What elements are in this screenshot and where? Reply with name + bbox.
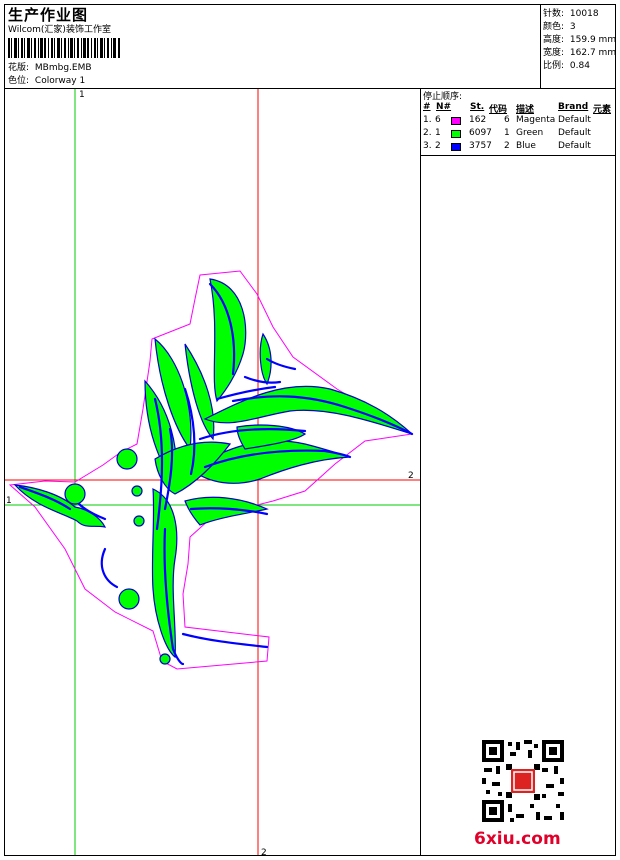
stat-label: 颜色: — [543, 22, 565, 32]
color-swatch — [451, 130, 461, 138]
stat-value: 3 — [569, 22, 576, 32]
panel-divider — [420, 88, 421, 856]
colorway-row: 色位: Colorway 1 — [8, 75, 85, 87]
stat-label: 针数: — [543, 9, 565, 19]
color-swatch — [451, 143, 461, 151]
embroidery-canvas: 1 1 2 2 — [5, 89, 420, 855]
red-horizontal-label: 2 — [408, 471, 414, 481]
red-vertical-label: 2 — [261, 848, 267, 855]
watermark-text: 6xiu.com — [474, 829, 561, 849]
page-title: 生产作业图 — [8, 6, 89, 24]
row-index: 2. — [423, 128, 432, 138]
green-vertical-label: 1 — [79, 90, 85, 100]
design-value: MBmbg.EMB — [34, 63, 92, 73]
row-index: 3. — [423, 141, 432, 151]
stat-label: 高度: — [543, 35, 565, 45]
color-swatch — [451, 117, 461, 125]
row-desc: Green — [516, 128, 544, 138]
stat-scale: 比例: 0.84 — [543, 58, 590, 71]
design-label: 花版: — [8, 63, 30, 73]
col-header-index: # — [423, 102, 431, 112]
row-brand: Default — [558, 128, 591, 138]
stat-colors: 颜色: 3 — [543, 19, 576, 32]
row-brand: Default — [558, 115, 591, 125]
colorway-value: Colorway 1 — [34, 76, 86, 86]
row-stitches: 3757 — [469, 141, 492, 151]
col-header-n: N# — [436, 102, 452, 112]
stats-divider — [540, 4, 541, 88]
row-stitches: 162 — [469, 115, 487, 125]
stat-height: 高度: 159.9 mm — [543, 32, 616, 45]
qr-code — [480, 738, 566, 824]
col-header-stitches: St. — [470, 102, 485, 112]
stat-label: 比例: — [543, 61, 565, 71]
stat-value: 0.84 — [569, 61, 590, 71]
row-desc: Magenta — [516, 115, 556, 125]
stop-sequence-title: 停止顺序: — [423, 92, 463, 102]
row-code: 6 — [504, 115, 510, 125]
stat-stitches: 针数: 10018 — [543, 6, 599, 19]
col-header-code: 代码 — [489, 105, 508, 115]
stop-table-divider — [420, 155, 616, 156]
green-horizontal-label: 1 — [6, 496, 12, 506]
design-file-row: 花版: MBmbg.EMB — [8, 62, 92, 74]
row-n: 2 — [435, 141, 441, 151]
colorway-label: 色位: — [8, 76, 30, 86]
barcode — [8, 38, 120, 58]
row-code: 2 — [504, 141, 510, 151]
col-header-element: 元素 — [593, 105, 612, 115]
row-n: 1 — [435, 128, 441, 138]
row-stitches: 6097 — [469, 128, 492, 138]
row-code: 1 — [504, 128, 510, 138]
stat-width: 宽度: 162.7 mm — [543, 45, 616, 58]
company-name: Wilcom(汇家)装饰工作室 — [8, 25, 111, 35]
stat-value: 159.9 mm — [569, 35, 617, 45]
row-brand: Default — [558, 141, 591, 151]
row-index: 1. — [423, 115, 432, 125]
col-header-brand: Brand — [558, 102, 589, 112]
stat-value: 162.7 mm — [569, 48, 617, 58]
col-header-desc: 描述 — [516, 105, 535, 115]
row-desc: Blue — [516, 141, 536, 151]
stat-value: 10018 — [569, 9, 599, 19]
stat-label: 宽度: — [543, 48, 565, 58]
row-n: 6 — [435, 115, 441, 125]
